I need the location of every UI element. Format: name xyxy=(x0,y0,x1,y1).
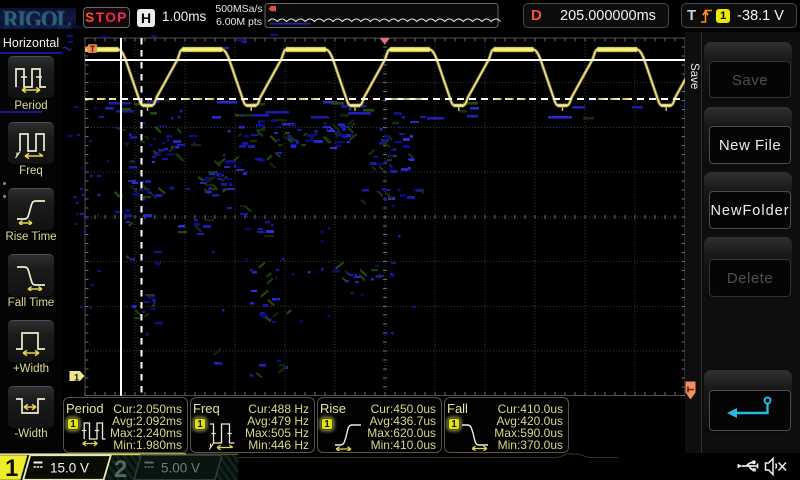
svg-text:5.00 V: 5.00 V xyxy=(161,461,200,476)
svg-text:1: 1 xyxy=(5,455,18,480)
svg-text:15.0 V: 15.0 V xyxy=(50,461,89,476)
svg-text:1: 1 xyxy=(74,372,80,383)
svg-text:2: 2 xyxy=(114,456,127,480)
